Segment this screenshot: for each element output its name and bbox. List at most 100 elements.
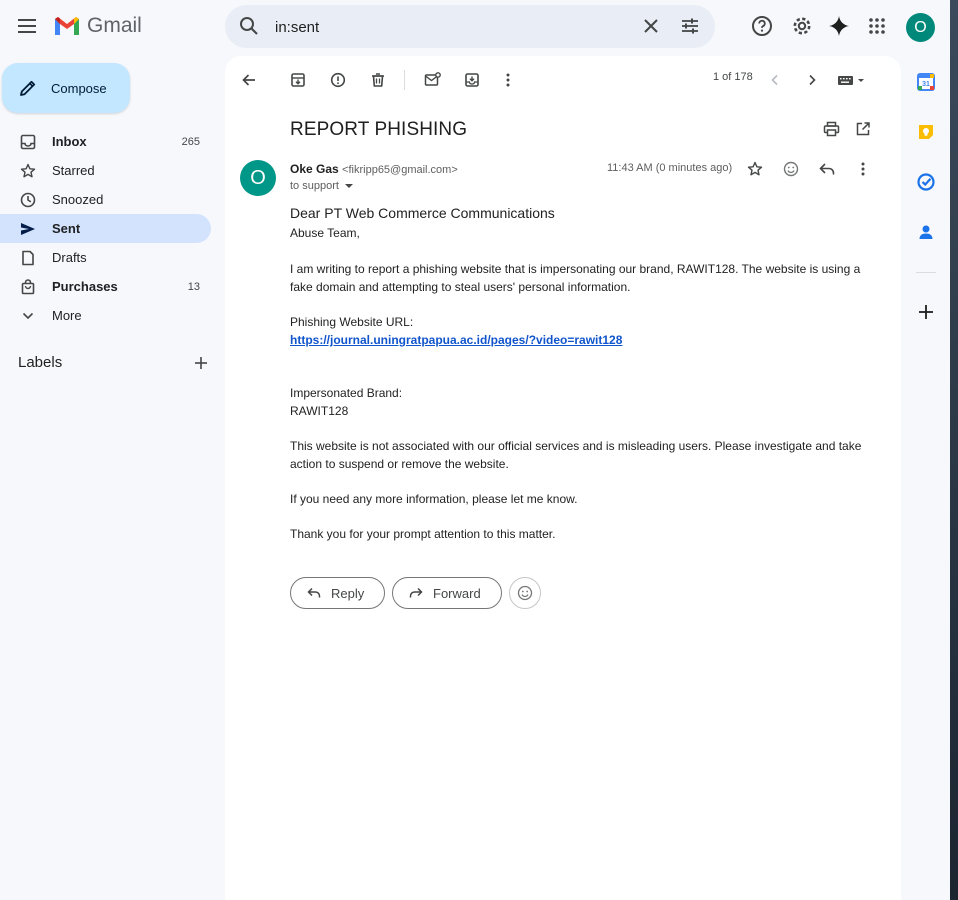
report-spam-button[interactable] [326, 68, 350, 92]
keep-notes-icon[interactable] [914, 120, 938, 144]
more-vertical-icon [861, 162, 865, 176]
sidebar-item-sent[interactable]: Sent [0, 214, 211, 243]
draft-file-icon [19, 249, 37, 267]
emoji-icon [783, 161, 799, 177]
input-tools-button[interactable] [835, 68, 869, 92]
purchases-count: 13 [187, 280, 200, 293]
compose-button[interactable]: Compose [2, 63, 130, 113]
star-button[interactable] [743, 157, 767, 181]
add-label-icon[interactable] [194, 356, 208, 370]
svg-text:31: 31 [922, 81, 930, 88]
sidebar-item-starred[interactable]: Starred [0, 156, 211, 185]
open-new-window-button[interactable] [851, 117, 875, 141]
reply-actions: Reply Forward [290, 577, 541, 609]
reply-icon-button[interactable] [815, 157, 839, 181]
search-options-icon[interactable] [680, 16, 700, 41]
settings-gear-icon[interactable] [790, 14, 814, 38]
more-actions-button[interactable] [496, 68, 520, 92]
apps-grid-icon[interactable] [865, 14, 889, 38]
search-icon[interactable] [239, 16, 259, 41]
send-icon [19, 220, 37, 238]
print-icon [823, 121, 839, 137]
main-menu-button[interactable] [12, 10, 44, 42]
newer-button[interactable] [763, 68, 787, 92]
star-icon [19, 162, 37, 180]
delete-button[interactable] [366, 68, 390, 92]
sidebar-item-more[interactable]: More [0, 301, 211, 330]
email-greeting: Dear PT Web Commerce Communications [290, 205, 555, 221]
recipient-text: to support [290, 180, 339, 192]
email-paragraph-4: Thank you for your prompt attention to t… [290, 527, 556, 541]
top-bar: Gmail O [0, 0, 958, 56]
clock-icon [19, 191, 37, 209]
email-timestamp: 11:43 AM (0 minutes ago) [607, 162, 733, 174]
caret-down-icon[interactable] [343, 181, 355, 191]
report-spam-icon [330, 72, 346, 88]
search-input[interactable] [275, 15, 615, 39]
sender-avatar[interactable]: O [240, 160, 276, 196]
shopping-bag-icon [19, 278, 37, 296]
compose-label: Compose [51, 80, 107, 96]
pagination-text: 1 of 178 [713, 71, 753, 83]
sidebar-item-purchases[interactable]: Purchases 13 [0, 272, 211, 301]
account-avatar[interactable]: O [906, 13, 935, 42]
email-subject: REPORT PHISHING [290, 119, 468, 140]
move-to-inbox-icon [465, 73, 479, 87]
archive-icon [291, 73, 305, 87]
gemini-sparkle-icon[interactable] [827, 14, 851, 38]
contacts-icon[interactable] [914, 220, 938, 244]
sidebar-item-snoozed[interactable]: Snoozed [0, 185, 211, 214]
emoji-reaction-button[interactable] [509, 577, 541, 609]
sender-info: Oke Gas <fikripp65@gmail.com> [290, 162, 458, 176]
more-vertical-icon [506, 73, 510, 87]
sidebar-nav: Inbox 265 Starred Snoozed Sent Drafts Pu… [0, 127, 211, 330]
recipient-line[interactable]: to support [290, 180, 355, 192]
pencil-icon [20, 80, 36, 96]
toolbar-divider [404, 70, 405, 90]
get-addons-icon[interactable] [914, 300, 938, 324]
star-outline-icon [747, 161, 763, 176]
print-button[interactable] [819, 117, 843, 141]
clear-search-icon[interactable] [641, 16, 661, 41]
open-in-new-icon [856, 122, 870, 136]
message-panel: 1 of 178 REPORT PHISHING O Oke Gas <fikr… [225, 56, 901, 900]
sidebar-item-drafts[interactable]: Drafts [0, 243, 211, 272]
brand-value: RAWIT128 [290, 404, 349, 418]
reply-arrow-icon [307, 587, 321, 599]
keyboard-icon [838, 76, 864, 85]
inbox-icon [19, 133, 37, 151]
desktop-background-strip [950, 0, 958, 900]
chevron-right-icon [809, 74, 816, 86]
reply-button[interactable]: Reply [290, 577, 385, 609]
forward-button[interactable]: Forward [392, 577, 502, 609]
archive-button[interactable] [286, 68, 310, 92]
arrow-left-icon [242, 74, 255, 86]
email-paragraph-1: I am writing to report a phishing websit… [290, 262, 861, 294]
move-to-button[interactable] [460, 68, 484, 92]
gmail-logo[interactable]: Gmail [53, 14, 142, 38]
phishing-url-link[interactable]: https://journal.uningratpapua.ac.id/page… [290, 333, 622, 347]
sidebar-item-inbox[interactable]: Inbox 265 [0, 127, 211, 156]
emoji-icon [517, 585, 533, 601]
chevron-down-icon [19, 307, 37, 325]
hamburger-menu-icon [18, 19, 36, 33]
message-more-button[interactable] [851, 157, 875, 181]
help-icon[interactable] [750, 14, 774, 38]
email-line-team: Abuse Team, [290, 226, 360, 240]
chevron-left-icon [771, 74, 778, 86]
search-bar [225, 5, 715, 48]
gmail-m-icon [55, 17, 79, 35]
app-name: Gmail [87, 14, 142, 37]
email-paragraph-2: This website is not associated with our … [290, 439, 862, 471]
add-reaction-button[interactable] [779, 157, 803, 181]
back-button[interactable] [237, 68, 261, 92]
calendar-icon[interactable]: 31 [914, 70, 938, 94]
older-button[interactable] [800, 68, 824, 92]
tasks-icon[interactable] [914, 170, 938, 194]
sender-name[interactable]: Oke Gas [290, 162, 339, 176]
mark-unread-button[interactable] [420, 68, 444, 92]
labels-title: Labels [18, 354, 63, 371]
rail-divider [916, 272, 936, 273]
sender-email: <fikripp65@gmail.com> [342, 164, 458, 176]
inbox-count: 265 [181, 135, 200, 148]
